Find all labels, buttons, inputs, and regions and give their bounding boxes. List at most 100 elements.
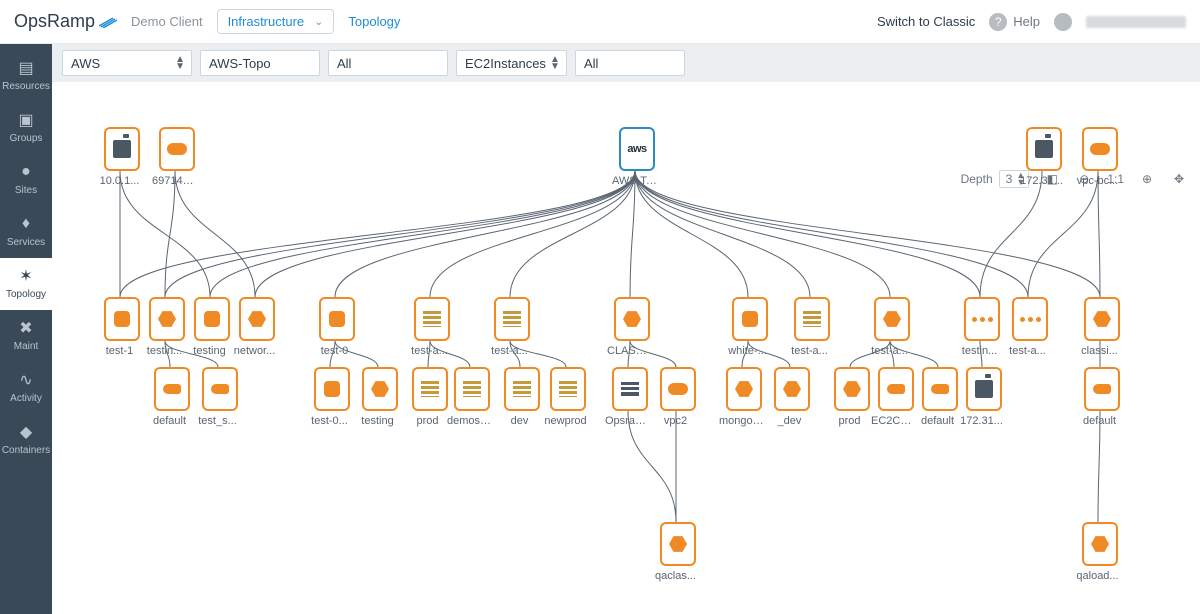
topology-node[interactable]: test-a... (412, 297, 452, 357)
hex-icon (158, 310, 176, 328)
node-box (1082, 522, 1118, 566)
node-label: classi... (1077, 345, 1122, 357)
topology-node[interactable]: test_s... (200, 367, 240, 427)
topology-node[interactable]: Opsram... (610, 367, 650, 427)
node-box (660, 522, 696, 566)
topology-node[interactable]: newprod (548, 367, 588, 427)
grid-icon (513, 381, 531, 397)
node-label: dev (497, 415, 542, 427)
topology-node[interactable]: default (920, 367, 960, 427)
node-box (794, 297, 830, 341)
topology-node[interactable]: 172.31... (1024, 127, 1064, 187)
topology-canvas[interactable]: Depth 3▲▼ ◧ ⊖ 1:1 ⊕ ✥ awsAWS-To...10.0.1… (52, 82, 1200, 614)
node-label: demost... (447, 415, 492, 427)
topology-node[interactable]: testin... (147, 297, 187, 357)
topology-node[interactable]: qaload... (1080, 522, 1120, 582)
sidebar-item-containers[interactable]: ◆Containers (0, 414, 52, 466)
node-label: testin... (142, 345, 187, 357)
list-icon (621, 382, 639, 396)
node-label: _dev (767, 415, 812, 427)
sidebar-item-topology[interactable]: ✶Topology (0, 258, 52, 310)
sidebar-item-activity[interactable]: ∿Activity (0, 362, 52, 414)
topology-node[interactable]: classi... (1082, 297, 1122, 357)
topology-node[interactable]: test-a... (792, 297, 832, 357)
topology-node[interactable]: testing (360, 367, 400, 427)
filter-label: All (584, 56, 598, 71)
nav-link-topology[interactable]: Topology (348, 14, 400, 29)
node-box (314, 367, 350, 411)
server-icon (975, 380, 993, 398)
node-label: 172.31... (1019, 175, 1064, 187)
node-label: testing (187, 345, 232, 357)
user-avatar-icon[interactable] (1054, 13, 1072, 31)
aws-icon: aws (627, 143, 646, 155)
node-box (1084, 297, 1120, 341)
topology-node[interactable]: white-... (730, 297, 770, 357)
node-box (922, 367, 958, 411)
topology-node[interactable]: 697148... (157, 127, 197, 187)
topology-node[interactable]: 172.31... (964, 367, 1004, 427)
topology-node[interactable]: _dev (772, 367, 812, 427)
node-box (414, 297, 450, 341)
topology-node[interactable]: testin... (962, 297, 1002, 357)
key-icon (211, 384, 229, 394)
sidebar-item-services[interactable]: ♦Services (0, 206, 52, 258)
topology-node[interactable]: qaclas... (658, 522, 698, 582)
filter-provider[interactable]: AWS▲▼ (62, 50, 192, 76)
filter-extra[interactable]: All (575, 50, 685, 76)
node-label: white-... (725, 345, 770, 357)
groups-icon: ▣ (16, 110, 36, 130)
topology-node[interactable]: test-a... (872, 297, 912, 357)
topology-node[interactable]: default (152, 367, 192, 427)
sidebar-item-label: Maint (14, 341, 38, 352)
topology-node[interactable]: networ... (237, 297, 277, 357)
node-label: 10.0.1... (97, 175, 142, 187)
topology-node[interactable]: test-0 (317, 297, 357, 357)
topology-node[interactable]: test-1 (102, 297, 142, 357)
topology-node[interactable]: mongodb (724, 367, 764, 427)
topology-node[interactable]: test-a... (1010, 297, 1050, 357)
filter-bar: AWS▲▼ AWS-Topo All EC2Instances▲▼ All (52, 44, 1200, 82)
topology-node[interactable]: vpc2 (658, 367, 698, 427)
node-box (966, 367, 1002, 411)
sidebar-item-label: Services (7, 237, 45, 248)
filter-region[interactable]: All (328, 50, 448, 76)
topology-node[interactable]: dev (502, 367, 542, 427)
topology-node[interactable]: testing (192, 297, 232, 357)
hex-icon (735, 380, 753, 398)
topology-node[interactable]: EC2Con... (876, 367, 916, 427)
nav-dropdown-infrastructure[interactable]: Infrastructure ⌄ (217, 9, 335, 34)
filter-account[interactable]: AWS-Topo (200, 50, 320, 76)
sidebar-item-resources[interactable]: ▤Resources (0, 50, 52, 102)
sort-icon: ▲▼ (550, 56, 560, 70)
topology-node[interactable]: prod (832, 367, 872, 427)
sidebar-item-groups[interactable]: ▣Groups (0, 102, 52, 154)
topology-node[interactable]: vpc-bc... (1080, 127, 1120, 187)
help-icon: ? (989, 13, 1007, 31)
node-box (412, 367, 448, 411)
topology-node[interactable]: CLASSI... (612, 297, 652, 357)
help-link[interactable]: ? Help (989, 13, 1040, 31)
node-box (104, 297, 140, 341)
hex-icon (371, 380, 389, 398)
topology-node[interactable]: prod (410, 367, 450, 427)
node-box (834, 367, 870, 411)
switch-classic-link[interactable]: Switch to Classic (877, 14, 975, 29)
node-label: vpc2 (653, 415, 698, 427)
sidebar-item-maint[interactable]: ✖ Maint (0, 310, 52, 362)
node-box (202, 367, 238, 411)
gear-icon (324, 381, 340, 397)
pan-icon[interactable]: ✥ (1170, 170, 1188, 188)
brand-logo[interactable]: OpsRamp (14, 11, 117, 32)
topology-node[interactable]: 10.0.1... (102, 127, 142, 187)
server-icon (1035, 140, 1053, 158)
topology-node[interactable]: demost... (452, 367, 492, 427)
topology-node[interactable]: test-0... (312, 367, 352, 427)
zoom-in-icon[interactable]: ⊕ (1138, 170, 1156, 188)
topology-node[interactable]: test-a... (492, 297, 532, 357)
topology-node[interactable]: default (1082, 367, 1122, 427)
filter-resource-type[interactable]: EC2Instances▲▼ (456, 50, 567, 76)
wrench-icon: ✖ (16, 318, 36, 338)
topology-node[interactable]: awsAWS-To... (617, 127, 657, 187)
sidebar-item-sites[interactable]: ●Sites (0, 154, 52, 206)
